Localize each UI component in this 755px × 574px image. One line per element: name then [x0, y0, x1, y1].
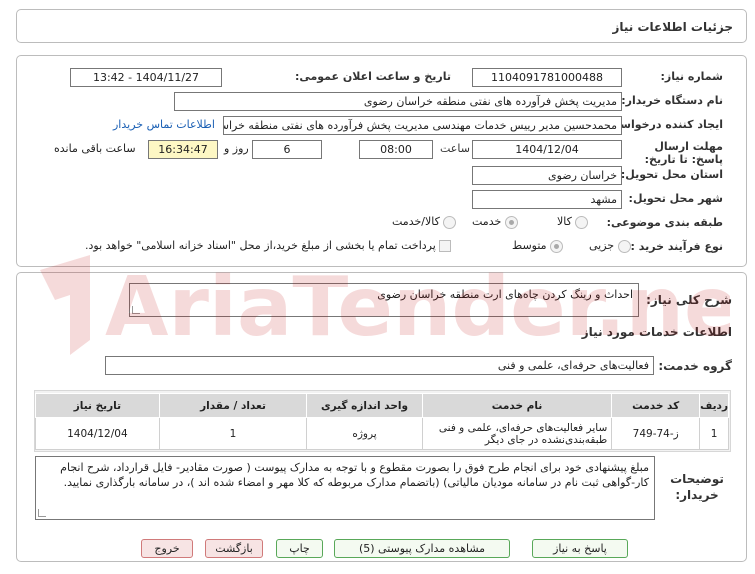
payment-checkbox[interactable]	[439, 240, 452, 252]
col-date-header: تاریخ نیاز	[35, 393, 160, 418]
radio-service[interactable]	[504, 215, 518, 229]
view-documents-button[interactable]: مشاهده مدارک پیوستی (5)	[334, 539, 510, 558]
services-table: ردیف کد خدمت نام خدمت واحد اندازه گیری ت…	[35, 393, 729, 450]
back-button[interactable]: بازگشت	[205, 539, 263, 558]
radio-medium[interactable]	[550, 239, 564, 253]
deadline-label: مهلت ارسال پاسخ: تا تاریخ:	[644, 140, 723, 166]
remaining-label: ساعت باقی مانده	[54, 142, 136, 155]
exit-button[interactable]: خروج	[141, 539, 193, 558]
summary-field: احداث و رینگ کردن چاه‌های ارت منطقه خراس…	[129, 283, 639, 317]
payment-note-row: پرداخت تمام یا بخشی از مبلغ خرید،از محل …	[85, 239, 452, 252]
print-button[interactable]: چاپ	[276, 539, 323, 558]
col-row-header: ردیف	[699, 393, 729, 418]
province-field: خراسان رضوی	[472, 166, 622, 185]
contact-info-link[interactable]: اطلاعات تماس خریدار	[113, 118, 215, 131]
services-panel: شرح کلی نیاز: احداث و رینگ کردن چاه‌های …	[16, 272, 747, 562]
cell-date: 1404/12/04	[35, 417, 160, 450]
cell-qty: 1	[158, 417, 308, 450]
cell-code: ز-74-749	[611, 417, 701, 450]
creator-field: محمدحسین مدیر رییس خدمات مهندسی مدیریت پ…	[223, 116, 622, 135]
remaining-time-field: 16:34:47	[148, 140, 218, 159]
process-label: نوع فرآیند خرید :	[630, 240, 723, 253]
buyer-notes-label: توضیحات خریدار:	[670, 472, 724, 502]
process-option-medium[interactable]: متوسط	[512, 239, 564, 253]
deadline-time-label: ساعت	[440, 142, 470, 155]
cell-row: 1	[699, 417, 729, 450]
service-group-label: گروه خدمت:	[658, 359, 732, 373]
page-header: جزئیات اطلاعات نیاز	[16, 9, 747, 43]
buyer-notes-field: مبلغ پیشنهادی خود برای انجام طرح فوق را …	[35, 456, 655, 520]
deadline-time-field: 08:00	[359, 140, 433, 159]
col-qty-header: تعداد / مقدار	[158, 393, 308, 418]
table-row: 1 ز-74-749 سایر فعالیت‌های حرفه‌ای، علمی…	[35, 417, 729, 450]
category-option-goods[interactable]: کالا	[557, 215, 589, 229]
need-number-field: 1104091781000488	[472, 68, 622, 87]
need-info-panel: شماره نیاز: 1104091781000488 تاریخ و ساع…	[16, 55, 747, 267]
resize-handle-icon[interactable]	[38, 509, 46, 517]
announce-label: تاریخ و ساعت اعلان عمومی:	[294, 70, 451, 83]
buyer-org-label: نام دستگاه خریدار:	[621, 94, 723, 107]
summary-label: شرح کلی نیاز:	[646, 293, 732, 307]
col-code-header: کد خدمت	[611, 393, 701, 418]
category-label: طبقه بندی موضوعی:	[606, 216, 723, 229]
table-header-row: ردیف کد خدمت نام خدمت واحد اندازه گیری ت…	[35, 393, 729, 418]
resize-handle-icon[interactable]	[132, 306, 140, 314]
process-option-minor[interactable]: جزیی	[589, 239, 631, 253]
days-field: 6	[252, 140, 322, 159]
days-label: روز و	[224, 142, 249, 155]
cell-unit: پروژه	[306, 417, 423, 450]
city-field: مشهد	[472, 190, 622, 209]
services-section-title: اطلاعات خدمات مورد نیاز	[581, 325, 732, 339]
cell-name: سایر فعالیت‌های حرفه‌ای، علمی و فنی طبقه…	[421, 417, 613, 450]
service-group-field: فعالیت‌های حرفه‌ای، علمی و فنی	[105, 356, 654, 375]
page-title: جزئیات اطلاعات نیاز	[612, 20, 733, 34]
category-option-goods-service[interactable]: کالا/خدمت	[392, 215, 457, 229]
radio-minor[interactable]	[617, 239, 631, 253]
buyer-org-field: مدیریت پخش فرآورده های نفتی منطقه خراسان…	[174, 92, 622, 111]
need-number-label: شماره نیاز:	[660, 70, 723, 83]
announce-field: 1404/11/27 - 13:42	[70, 68, 222, 87]
city-label: شهر محل تحویل:	[628, 192, 723, 205]
col-name-header: نام خدمت	[421, 393, 613, 418]
province-label: استان محل تحویل:	[620, 168, 723, 181]
col-unit-header: واحد اندازه گیری	[306, 393, 423, 418]
radio-goods[interactable]	[575, 215, 589, 229]
payment-note: پرداخت تمام یا بخشی از مبلغ خرید،از محل …	[85, 239, 436, 252]
category-option-service[interactable]: خدمت	[472, 215, 518, 229]
deadline-date-field: 1404/12/04	[472, 140, 622, 159]
radio-goods-service[interactable]	[443, 215, 457, 229]
reply-button[interactable]: پاسخ به نیاز	[532, 539, 628, 558]
